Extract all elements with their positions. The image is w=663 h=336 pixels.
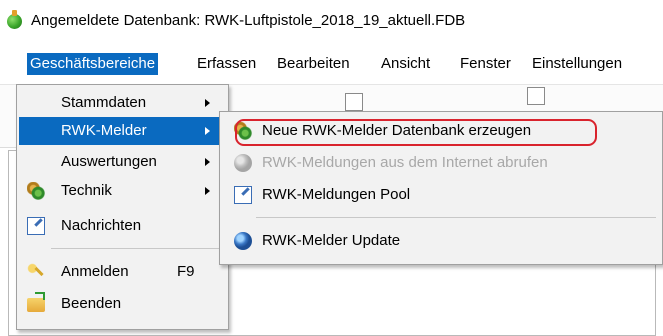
note-edit-icon (27, 217, 45, 235)
annotation-highlight-ring (235, 119, 597, 146)
menu-bar: Geschäftsbereiche Erfassen Bearbeiten An… (0, 44, 663, 85)
menu-separator (51, 248, 223, 249)
key-icon (27, 263, 45, 281)
submenu-item-meldungen-pool[interactable]: RWK-Meldungen Pool (222, 180, 660, 210)
chevron-right-icon (205, 187, 210, 195)
menu-geschaeftsbereiche[interactable]: Geschäftsbereiche (27, 53, 159, 75)
menu-item-label: RWK-Melder (61, 122, 147, 139)
menu-item-label: Auswertungen (61, 153, 157, 170)
geschaeftsbereiche-dropdown: Stammdaten RWK-Melder Auswertungen Techn… (16, 84, 229, 330)
menu-einstellungen[interactable]: Einstellungen (529, 53, 625, 75)
menu-item-rwk-melder[interactable]: RWK-Melder (19, 117, 226, 145)
toolbar-note-icon[interactable] (345, 93, 363, 111)
menu-fenster[interactable]: Fenster (457, 53, 514, 75)
menu-item-label: Technik (61, 182, 112, 199)
menu-item-label: Beenden (61, 295, 122, 312)
menu-item-label: Nachrichten (61, 217, 142, 234)
menu-bearbeiten[interactable]: Bearbeiten (274, 53, 353, 75)
globe-icon (234, 232, 252, 250)
menu-item-technik[interactable]: Technik (19, 177, 226, 205)
menu-item-label: Anmelden (61, 263, 129, 280)
menu-item-nachrichten[interactable]: Nachrichten (19, 212, 226, 240)
folder-exit-icon (27, 292, 45, 312)
chevron-right-icon (205, 127, 210, 135)
submenu-item-label: RWK-Meldungen aus dem Internet abrufen (262, 154, 548, 171)
menu-item-label: Stammdaten (61, 94, 147, 111)
menu-erfassen[interactable]: Erfassen (194, 53, 259, 75)
toolbar-document-icon[interactable] (527, 87, 545, 105)
menu-separator (256, 217, 656, 218)
rwk-melder-submenu: Neue RWK-Melder Datenbank erzeugen RWK-M… (219, 111, 663, 265)
menu-ansicht[interactable]: Ansicht (378, 53, 433, 75)
submenu-item-melder-update[interactable]: RWK-Melder Update (222, 226, 660, 256)
submenu-item-neue-datenbank[interactable]: Neue RWK-Melder Datenbank erzeugen (222, 116, 660, 146)
app-icon (7, 10, 22, 29)
globe-icon (234, 154, 252, 172)
shortcut-label: F9 (177, 263, 195, 280)
submenu-item-internet-abrufen: RWK-Meldungen aus dem Internet abrufen (222, 148, 660, 178)
menu-item-auswertungen[interactable]: Auswertungen (19, 148, 226, 176)
menu-item-anmelden[interactable]: Anmelden F9 (19, 258, 226, 286)
menu-item-beenden[interactable]: Beenden (19, 290, 226, 318)
note-edit-icon (234, 186, 252, 204)
submenu-item-label: RWK-Meldungen Pool (262, 186, 411, 203)
gears-icon (27, 182, 45, 200)
menu-item-stammdaten[interactable]: Stammdaten (19, 89, 226, 117)
window-title: Angemeldete Datenbank: RWK-Luftpistole_2… (31, 12, 466, 29)
title-bar: Angemeldete Datenbank: RWK-Luftpistole_2… (0, 0, 663, 44)
chevron-right-icon (205, 158, 210, 166)
submenu-item-label: RWK-Melder Update (262, 232, 401, 249)
chevron-right-icon (205, 99, 210, 107)
